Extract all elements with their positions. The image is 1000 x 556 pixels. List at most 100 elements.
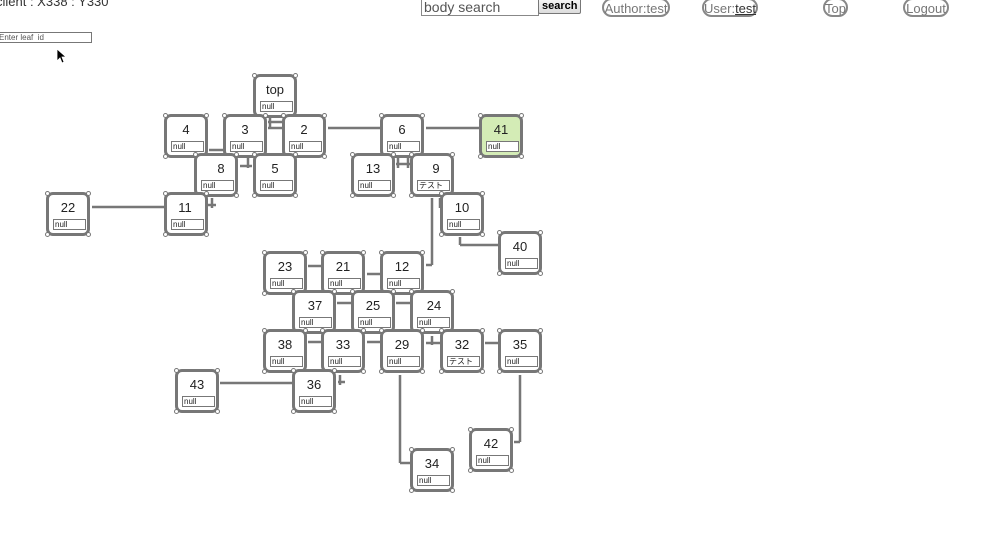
node-value-field[interactable]: null	[328, 356, 361, 367]
connector-handle-icon[interactable]	[450, 289, 455, 294]
node-value-field[interactable]: null	[358, 180, 391, 191]
tree-node-32[interactable]: 32 テスト	[439, 328, 485, 374]
connector-handle-icon[interactable]	[497, 271, 502, 276]
connector-handle-icon[interactable]	[409, 152, 414, 157]
tree-node-9[interactable]: 9 テスト	[409, 152, 455, 198]
node-value-field[interactable]: null	[387, 278, 420, 289]
connector-handle-icon[interactable]	[86, 232, 91, 237]
connector-handle-icon[interactable]	[350, 152, 355, 157]
logout-button[interactable]: Logout	[903, 0, 949, 17]
connector-handle-icon[interactable]	[291, 368, 296, 373]
node-value-field[interactable]: null	[387, 356, 420, 367]
connector-handle-icon[interactable]	[262, 250, 267, 255]
tree-node-41[interactable]: 41 null	[478, 113, 524, 159]
connector-handle-icon[interactable]	[322, 154, 327, 159]
connector-handle-icon[interactable]	[391, 193, 396, 198]
tree-node-35[interactable]: 35 null	[497, 328, 543, 374]
connector-handle-icon[interactable]	[293, 193, 298, 198]
connector-handle-icon[interactable]	[281, 113, 286, 118]
tree-node-29[interactable]: 29 null	[379, 328, 425, 374]
connector-handle-icon[interactable]	[361, 250, 366, 255]
connector-handle-icon[interactable]	[320, 250, 325, 255]
connector-handle-icon[interactable]	[291, 289, 296, 294]
connector-handle-icon[interactable]	[478, 154, 483, 159]
connector-handle-icon[interactable]	[480, 232, 485, 237]
connector-handle-icon[interactable]	[468, 427, 473, 432]
node-value-field[interactable]: null	[260, 101, 293, 112]
node-value-field[interactable]: null	[358, 317, 391, 328]
connector-handle-icon[interactable]	[391, 289, 396, 294]
tree-node-23[interactable]: 23 null	[262, 250, 308, 296]
connector-handle-icon[interactable]	[379, 250, 384, 255]
tree-node-24[interactable]: 24 null	[409, 289, 455, 335]
connector-handle-icon[interactable]	[379, 113, 384, 118]
connector-handle-icon[interactable]	[391, 152, 396, 157]
connector-handle-icon[interactable]	[439, 369, 444, 374]
tree-node-34[interactable]: 34 null	[409, 447, 455, 493]
node-value-field[interactable]: null	[201, 180, 234, 191]
node-value-field[interactable]: null	[53, 219, 86, 230]
connector-handle-icon[interactable]	[497, 230, 502, 235]
node-value-field[interactable]: null	[486, 141, 519, 152]
connector-handle-icon[interactable]	[234, 152, 239, 157]
tree-node-5[interactable]: 5 null	[252, 152, 298, 198]
node-value-field[interactable]: null	[328, 278, 361, 289]
connector-handle-icon[interactable]	[215, 409, 220, 414]
connector-handle-icon[interactable]	[480, 369, 485, 374]
connector-handle-icon[interactable]	[163, 154, 168, 159]
tree-node-36[interactable]: 36 null	[291, 368, 337, 414]
connector-handle-icon[interactable]	[174, 368, 179, 373]
connector-handle-icon[interactable]	[409, 488, 414, 493]
connector-handle-icon[interactable]	[204, 113, 209, 118]
connector-handle-icon[interactable]	[332, 289, 337, 294]
connector-handle-icon[interactable]	[379, 369, 384, 374]
tree-node-22[interactable]: 22 null	[45, 191, 91, 237]
node-value-field[interactable]: null	[171, 219, 204, 230]
tree-node-38[interactable]: 38 null	[262, 328, 308, 374]
node-value-field[interactable]: null	[417, 475, 450, 486]
node-value-field[interactable]: null	[505, 258, 538, 269]
connector-handle-icon[interactable]	[439, 232, 444, 237]
connector-handle-icon[interactable]	[538, 369, 543, 374]
connector-handle-icon[interactable]	[252, 152, 257, 157]
connector-handle-icon[interactable]	[409, 193, 414, 198]
connector-handle-icon[interactable]	[538, 328, 543, 333]
connector-handle-icon[interactable]	[420, 113, 425, 118]
connector-handle-icon[interactable]	[379, 328, 384, 333]
tree-node-11[interactable]: 11 null	[163, 191, 209, 237]
tree-node-33[interactable]: 33 null	[320, 328, 366, 374]
connector-handle-icon[interactable]	[439, 191, 444, 196]
tree-node-43[interactable]: 43 null	[174, 368, 220, 414]
tree-node-4[interactable]: 4 null	[163, 113, 209, 159]
connector-handle-icon[interactable]	[497, 328, 502, 333]
connector-handle-icon[interactable]	[409, 447, 414, 452]
tree-node-42[interactable]: 42 null	[468, 427, 514, 473]
connector-handle-icon[interactable]	[204, 232, 209, 237]
connector-handle-icon[interactable]	[468, 468, 473, 473]
node-value-field[interactable]: null	[417, 317, 450, 328]
connector-handle-icon[interactable]	[450, 152, 455, 157]
connector-handle-icon[interactable]	[163, 113, 168, 118]
connector-handle-icon[interactable]	[480, 191, 485, 196]
node-value-field[interactable]: null	[476, 455, 509, 466]
connector-handle-icon[interactable]	[45, 191, 50, 196]
connector-handle-icon[interactable]	[519, 154, 524, 159]
connector-handle-icon[interactable]	[509, 427, 514, 432]
connector-handle-icon[interactable]	[361, 369, 366, 374]
node-value-field[interactable]: null	[182, 396, 215, 407]
connector-handle-icon[interactable]	[174, 409, 179, 414]
connector-handle-icon[interactable]	[303, 328, 308, 333]
connector-handle-icon[interactable]	[538, 271, 543, 276]
connector-handle-icon[interactable]	[293, 152, 298, 157]
node-value-field[interactable]: null	[230, 141, 263, 152]
connector-handle-icon[interactable]	[86, 191, 91, 196]
node-value-field[interactable]: null	[289, 141, 322, 152]
node-value-field[interactable]: null	[171, 141, 204, 152]
tree-node-13[interactable]: 13 null	[350, 152, 396, 198]
tree-node-21[interactable]: 21 null	[320, 250, 366, 296]
tree-node-3[interactable]: 3 null	[222, 113, 268, 159]
connector-handle-icon[interactable]	[420, 369, 425, 374]
connector-handle-icon[interactable]	[222, 113, 227, 118]
connector-handle-icon[interactable]	[262, 291, 267, 296]
connector-handle-icon[interactable]	[332, 368, 337, 373]
